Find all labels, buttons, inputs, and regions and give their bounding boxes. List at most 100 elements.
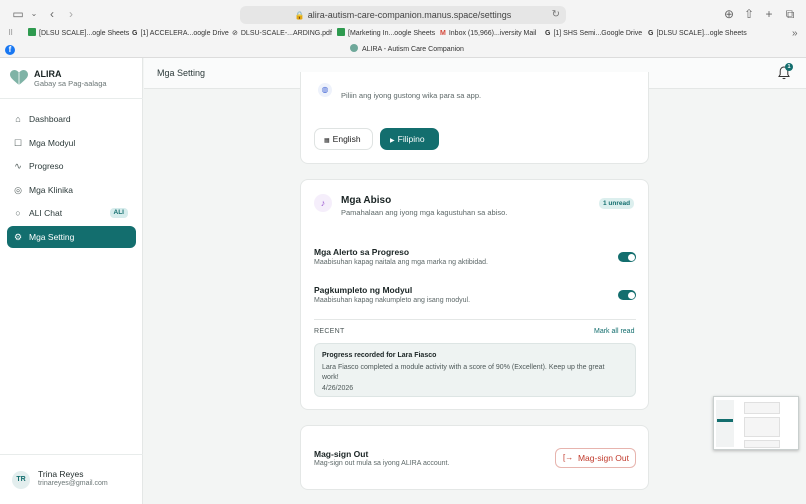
bookmark-item[interactable]: ⊘ DLSU-SCALE-...ARDING.pdf bbox=[232, 27, 332, 41]
url-text: alira-autism-care-companion.manus.space/… bbox=[307, 10, 512, 20]
reload-icon[interactable]: ↻ bbox=[552, 6, 560, 24]
more-bookmarks-icon[interactable]: » bbox=[792, 27, 798, 41]
sidebar-item-label: Dashboard bbox=[29, 114, 71, 124]
signout-card: Mag-sign Out Mag-sign out mula sa iyong … bbox=[300, 425, 649, 490]
sidebar-item-label: Progreso bbox=[29, 161, 64, 171]
sidebar-item-label: Mga Modyul bbox=[29, 137, 76, 148]
bookmark-label: [DLSU SCALE]...ogle Sheets bbox=[656, 30, 747, 37]
sheets-icon bbox=[337, 28, 345, 36]
book-icon: ☐ bbox=[13, 137, 23, 148]
heart-logo-icon bbox=[10, 70, 28, 85]
apps-grid-icon[interactable]: ⠿ bbox=[8, 27, 13, 41]
download-icon[interactable]: ⊕ bbox=[721, 6, 737, 22]
gear-icon: ⚙ bbox=[13, 231, 23, 242]
unread-badge: 1 unread bbox=[599, 198, 635, 209]
chevron-down-icon[interactable]: ⌄ bbox=[26, 6, 42, 22]
bookmark-item[interactable]: [DLSU SCALE]...ogle Sheets bbox=[28, 27, 129, 41]
page-title: Mga Setting bbox=[157, 68, 206, 78]
signout-title: Mag-sign Out bbox=[314, 449, 369, 459]
thumbnail-card bbox=[744, 402, 780, 414]
english-label: English bbox=[332, 134, 361, 144]
sidebar-item-clinics[interactable]: ◎ Mga Klinika bbox=[7, 179, 136, 201]
language-card: ◍ Piliin ang iyong gustong wika para sa … bbox=[300, 72, 649, 164]
filipino-label: Filipino bbox=[397, 134, 425, 144]
sidebar-item-label: Mga Klinika bbox=[29, 184, 73, 195]
bookmark-item[interactable]: M Inbox (15,966)...iversity Mail bbox=[440, 27, 536, 41]
bookmark-item[interactable]: G [DLSU SCALE]...ogle Sheets bbox=[648, 27, 747, 41]
google-icon: G bbox=[545, 30, 551, 37]
chat-icon: ○ bbox=[15, 208, 21, 218]
active-tab-label: ALIRA - Autism Care Companion bbox=[362, 46, 464, 53]
divider bbox=[314, 319, 636, 320]
google-icon: G bbox=[132, 30, 138, 37]
bookmark-label: [1] ACCELERA...oogle Drive bbox=[140, 30, 229, 37]
notification-count-badge: 1 bbox=[785, 63, 793, 71]
user-email: trinareyes@gmail.com bbox=[38, 480, 108, 487]
notifications-title: Mga Abiso bbox=[341, 195, 392, 206]
thumbnail-card bbox=[744, 417, 780, 437]
share-icon[interactable]: ⇧ bbox=[741, 6, 757, 22]
language-subtitle: Piliin ang iyong gustong wika para sa ap… bbox=[341, 91, 482, 100]
ali-badge: ALI bbox=[109, 208, 128, 218]
home-icon: ⌂ bbox=[15, 114, 21, 124]
sidebar-item-progress[interactable]: ∿ Progreso bbox=[7, 155, 136, 177]
forward-icon[interactable]: › bbox=[63, 6, 79, 22]
recent-notification-date: 4/26/2026 bbox=[322, 385, 354, 392]
progress-alerts-toggle[interactable] bbox=[618, 252, 636, 262]
us-flag-icon: ▦ bbox=[324, 138, 330, 144]
new-tab-icon[interactable]: + bbox=[761, 6, 777, 22]
back-icon[interactable]: ‹ bbox=[44, 6, 60, 22]
sidebar-item-label: ALI Chat bbox=[29, 208, 63, 218]
sidebar-item-ali-chat[interactable]: ○ ALI Chat ALI bbox=[7, 202, 136, 224]
recent-notification-body: Lara Fiasco completed a module activity … bbox=[322, 364, 605, 381]
recent-label: RECENT bbox=[314, 328, 345, 335]
tab-overview-icon[interactable]: ⧉ bbox=[782, 6, 798, 22]
bell-outline-icon: ♪ bbox=[314, 194, 332, 212]
sidebar-item-label: Mga Setting bbox=[29, 231, 75, 242]
module-completion-toggle[interactable] bbox=[618, 290, 636, 300]
active-tab[interactable]: ALIRA - Autism Care Companion bbox=[350, 44, 464, 53]
avatar[interactable]: TR bbox=[12, 471, 30, 489]
bookmark-label: DLSU-SCALE-...ARDING.pdf bbox=[240, 30, 332, 37]
progress-alerts-title: Mga Alerto sa Progreso bbox=[314, 247, 410, 257]
map-pin-icon: ◎ bbox=[14, 184, 22, 195]
bookmark-item[interactable]: G [1] SHS Semi...Google Drive bbox=[545, 27, 642, 41]
signout-button[interactable]: [→ Mag-sign Out bbox=[555, 448, 636, 468]
progress-alerts-description: Maabisuhan kapag naitala ang mga marka n… bbox=[314, 259, 488, 266]
sidebar-item-dashboard[interactable]: ⌂ Dashboard bbox=[7, 108, 136, 130]
module-completion-title: Pagkumpleto ng Modyul bbox=[314, 285, 413, 295]
logout-icon: [→ bbox=[563, 453, 574, 462]
divider bbox=[0, 454, 143, 455]
thumbnail-card bbox=[744, 440, 780, 448]
ph-flag-icon: ▶ bbox=[390, 138, 395, 144]
address-bar[interactable]: 🔒 alira-autism-care-companion.manus.space… bbox=[240, 6, 566, 24]
tab-strip: f ALIRA - Autism Care Companion bbox=[0, 42, 806, 57]
brand-tagline: Gabay sa Pag-aalaga bbox=[34, 79, 107, 88]
window-preview-thumbnail[interactable] bbox=[713, 396, 799, 450]
recent-notification[interactable]: Progress recorded for Lara Fiasco Lara F… bbox=[314, 343, 636, 397]
brand-name: ALIRA bbox=[34, 69, 62, 79]
filipino-language-button[interactable]: ▶ Filipino bbox=[380, 128, 439, 150]
gmail-icon: M bbox=[440, 30, 446, 37]
bookmark-item[interactable]: G [1] ACCELERA...oogle Drive bbox=[132, 27, 229, 41]
english-language-button[interactable]: ▦ English bbox=[314, 128, 373, 150]
pdf-icon: ⊘ bbox=[232, 30, 238, 37]
sidebar-item-settings[interactable]: ⚙ Mga Setting bbox=[7, 225, 136, 248]
module-completion-description: Maabisuhan kapag nakumpleto ang isang mo… bbox=[314, 297, 471, 304]
bookmarks-bar: ⠿ [DLSU SCALE]...ogle Sheets G [1] ACCELE… bbox=[0, 27, 806, 41]
activity-icon: ∿ bbox=[14, 161, 22, 171]
bookmark-label: [DLSU SCALE]...ogle Sheets bbox=[39, 30, 130, 37]
sidebar-nav: ⌂ Dashboard ☐ Mga Modyul ∿ Progreso ◎ Mg… bbox=[7, 108, 136, 249]
bookmark-label: Inbox (15,966)...iversity Mail bbox=[448, 30, 537, 37]
signout-button-label: Mag-sign Out bbox=[577, 453, 629, 463]
mark-all-read-link[interactable]: Mark all read bbox=[594, 328, 634, 335]
google-icon: G bbox=[648, 30, 654, 37]
browser-chrome: ▭ ⌄ ‹ › 🔒 alira-autism-care-companion.man… bbox=[0, 0, 806, 58]
bookmark-item[interactable]: [Marketing In...oogle Sheets bbox=[337, 27, 435, 41]
lock-icon: 🔒 bbox=[294, 11, 305, 20]
sidebar-toggle-icon[interactable]: ▭ bbox=[10, 6, 26, 22]
thumbnail-sidebar bbox=[716, 400, 734, 447]
sidebar-item-modules[interactable]: ☐ Mga Modyul bbox=[7, 132, 136, 154]
sheets-icon bbox=[28, 28, 36, 36]
facebook-tab-icon[interactable]: f bbox=[5, 45, 15, 55]
